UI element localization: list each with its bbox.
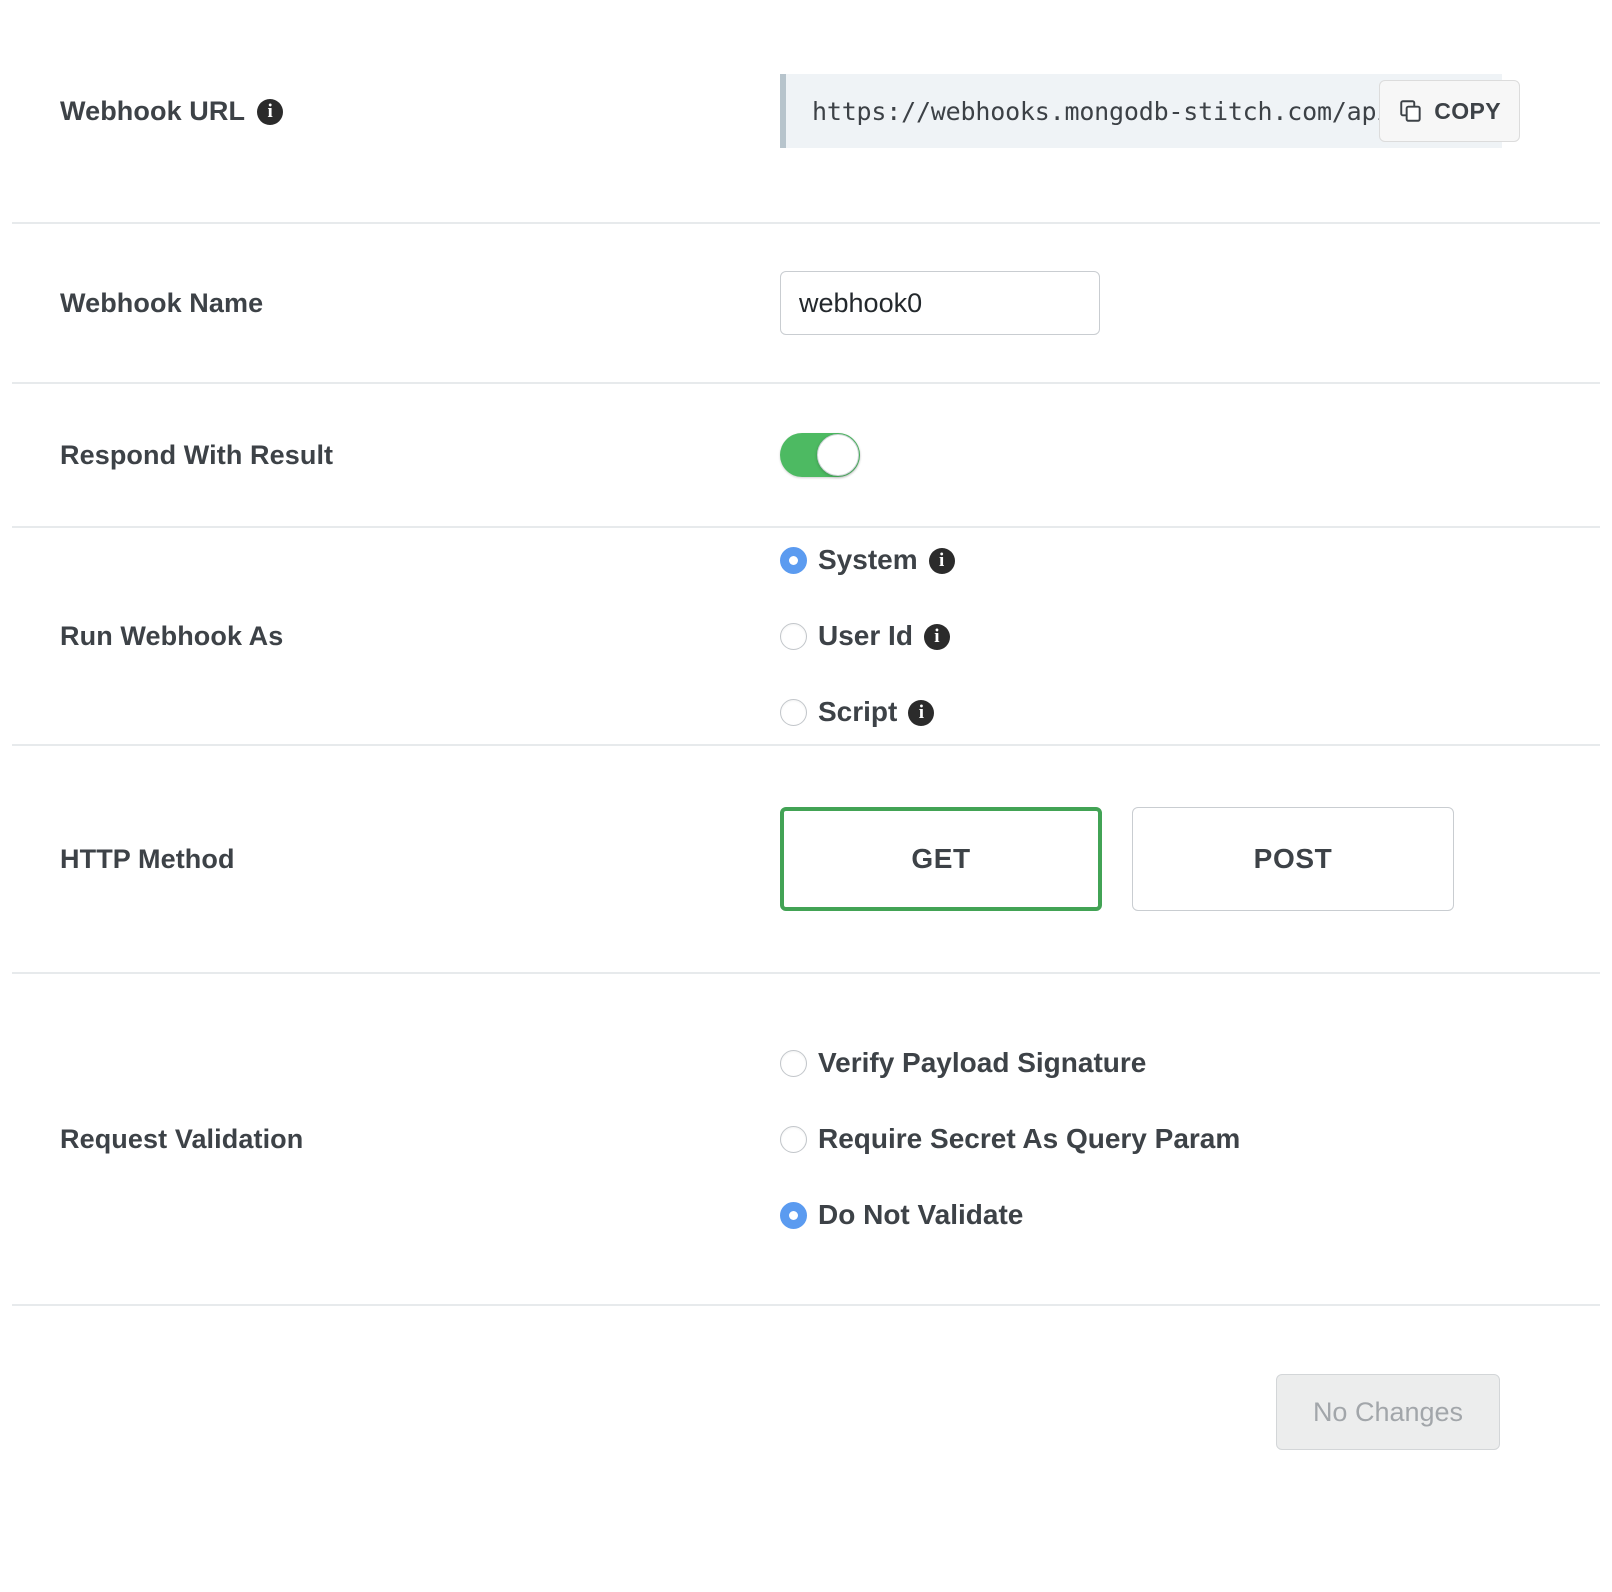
form-footer: No Changes	[0, 1306, 1612, 1518]
webhook-name-input[interactable]	[780, 271, 1100, 335]
radio-option-system[interactable]: System i	[780, 522, 955, 598]
respond-with-result-label-cell: Respond With Result	[60, 440, 780, 471]
copy-icon	[1398, 98, 1424, 124]
info-icon[interactable]: i	[257, 99, 284, 125]
http-method-row: HTTP Method GET POST	[0, 746, 1612, 972]
run-webhook-as-label-cell: Run Webhook As	[60, 621, 780, 652]
respond-with-result-control-cell	[780, 433, 1600, 477]
webhook-url-label-cell: Webhook URL i	[60, 96, 780, 127]
http-method-get-button[interactable]: GET	[780, 807, 1102, 911]
save-button[interactable]: No Changes	[1276, 1374, 1500, 1450]
info-icon[interactable]: i	[928, 548, 955, 574]
radio-option-verify-payload-signature[interactable]: Verify Payload Signature	[780, 1025, 1240, 1101]
webhook-name-label: Webhook Name	[60, 287, 264, 318]
webhook-url-row: Webhook URL i https://webhooks.mongodb-s…	[0, 0, 1612, 222]
request-validation-group: Verify Payload Signature Require Secret …	[780, 1025, 1240, 1253]
request-validation-label: Request Validation	[60, 1123, 304, 1154]
radio-option-require-secret-as-query-param[interactable]: Require Secret As Query Param	[780, 1101, 1240, 1177]
webhook-url-label: Webhook URL	[60, 95, 246, 126]
radio-option-do-not-validate[interactable]: Do Not Validate	[780, 1177, 1240, 1253]
request-validation-row: Request Validation Verify Payload Signat…	[0, 974, 1612, 1304]
http-method-label: HTTP Method	[60, 843, 235, 874]
radio-dot	[780, 1125, 807, 1153]
respond-with-result-toggle[interactable]	[780, 433, 860, 477]
radio-label: User Id	[818, 620, 913, 651]
radio-option-script[interactable]: Script i	[780, 674, 955, 750]
radio-dot	[780, 1049, 807, 1077]
run-webhook-as-row: Run Webhook As System i User Id i Script…	[0, 528, 1612, 744]
info-icon[interactable]: i	[908, 700, 935, 726]
radio-label: System	[818, 544, 918, 575]
info-icon[interactable]: i	[923, 624, 950, 650]
webhook-settings-page: Webhook URL i https://webhooks.mongodb-s…	[0, 0, 1612, 1592]
respond-with-result-row: Respond With Result	[0, 384, 1612, 526]
radio-label: Require Secret As Query Param	[818, 1123, 1241, 1154]
radio-dot	[780, 546, 807, 574]
toggle-knob	[817, 434, 859, 476]
request-validation-control-cell: Verify Payload Signature Require Secret …	[780, 1025, 1600, 1253]
radio-label: Verify Payload Signature	[818, 1047, 1147, 1078]
copy-button[interactable]: COPY	[1379, 80, 1520, 142]
radio-option-user-id[interactable]: User Id i	[780, 598, 955, 674]
webhook-url-value: https://webhooks.mongodb-stitch.com/api/…	[812, 96, 1421, 126]
webhook-name-control-cell	[780, 271, 1600, 335]
http-method-buttons: GET POST	[780, 807, 1454, 911]
request-validation-label-cell: Request Validation	[60, 1124, 780, 1155]
radio-label: Do Not Validate	[818, 1199, 1024, 1230]
webhook-name-row: Webhook Name	[0, 224, 1612, 382]
radio-dot	[780, 698, 807, 726]
run-webhook-as-control-cell: System i User Id i Script i	[780, 522, 1600, 750]
http-method-control-cell: GET POST	[780, 807, 1600, 911]
radio-dot	[780, 622, 807, 650]
webhook-name-label-cell: Webhook Name	[60, 288, 780, 319]
webhook-url-control-cell: https://webhooks.mongodb-stitch.com/api/…	[780, 74, 1600, 148]
respond-with-result-label: Respond With Result	[60, 439, 334, 470]
copy-button-label: COPY	[1434, 97, 1501, 124]
run-webhook-as-label: Run Webhook As	[60, 620, 284, 651]
webhook-url-field[interactable]: https://webhooks.mongodb-stitch.com/api/…	[780, 74, 1520, 148]
run-webhook-as-group: System i User Id i Script i	[780, 522, 955, 750]
radio-label: Script	[818, 696, 898, 727]
http-method-label-cell: HTTP Method	[60, 844, 780, 875]
http-method-post-button[interactable]: POST	[1132, 807, 1454, 911]
radio-dot	[780, 1201, 807, 1229]
